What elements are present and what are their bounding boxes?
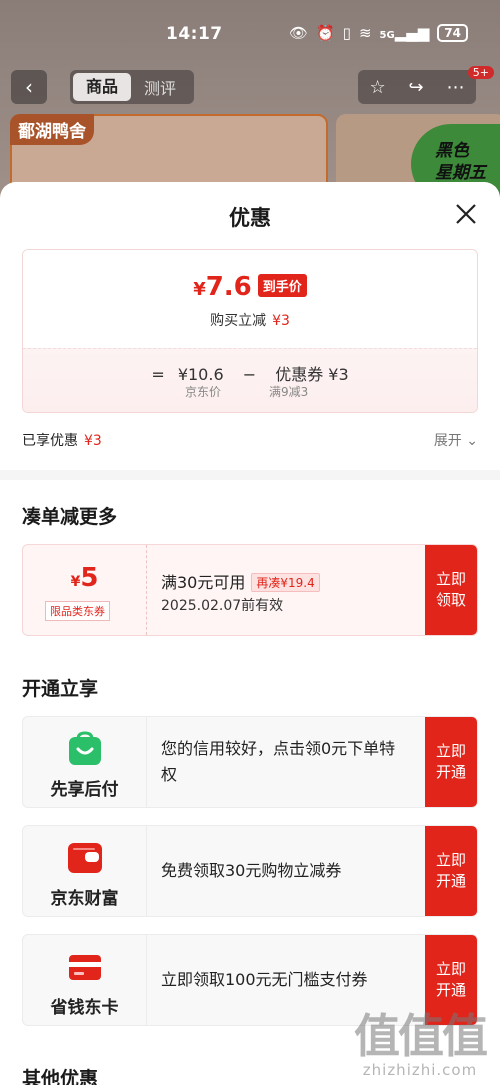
- activate-button[interactable]: 立即 开通: [425, 717, 477, 807]
- back-button[interactable]: ‹: [11, 70, 47, 104]
- close-icon[interactable]: [454, 202, 478, 226]
- expand-button[interactable]: 展开 ⌄: [434, 430, 478, 450]
- base-price: ¥10.6: [177, 365, 224, 384]
- signal-icon: 5G▂▄▆: [379, 24, 430, 42]
- enjoyed-discount: 已享优惠 ¥3: [22, 433, 102, 449]
- watermark: 值值值 zhizhizhi.com: [354, 1009, 488, 1079]
- activate-button[interactable]: 立即 开通: [425, 826, 477, 916]
- final-price-tag: 到手价: [257, 274, 307, 297]
- discount-sheet: 优惠 ¥7.6 到手价 购买立减 ¥3 = ¥10.6 − 优惠券 ¥3 京东价 满…: [0, 182, 500, 1085]
- coupon-deduction: 优惠券 ¥3: [275, 365, 349, 384]
- sheet-title: 优惠: [229, 206, 271, 230]
- battery-icon: 74: [437, 24, 468, 42]
- star-icon[interactable]: ☆: [369, 77, 385, 98]
- section-title-other: 其他优惠: [22, 1068, 99, 1085]
- section-divider: [0, 470, 500, 480]
- price-formula: = ¥10.6 − 优惠券 ¥3: [151, 365, 349, 384]
- shopping-bag-icon: [69, 731, 101, 765]
- coupon-rule-label: 满9减3: [269, 385, 309, 399]
- final-price: ¥7.6 到手价: [23, 272, 477, 302]
- service-desc: 免费领取30元购物立减券: [161, 861, 342, 880]
- tab-product[interactable]: 商品: [73, 73, 131, 101]
- coupon-category: 限品类东券: [45, 601, 110, 621]
- instant-discount: 购买立减 ¥3: [210, 313, 290, 329]
- watermark-logo: 值值值: [354, 1009, 488, 1063]
- service-name: 省钱东卡: [50, 998, 119, 1018]
- service-name: 京东财富: [50, 889, 119, 909]
- alarm-icon: ⏰: [315, 24, 335, 42]
- status-bar: 14:17 👁 ⏰ ▯ ≋ 5G▂▄▆ 74: [0, 0, 500, 64]
- eye-icon: 👁: [288, 24, 308, 42]
- price-breakdown-card: ¥7.6 到手价 购买立减 ¥3 = ¥10.6 − 优惠券 ¥3 京东价 满9减3: [22, 249, 478, 413]
- watermark-url: zhizhizhi.com: [362, 1061, 478, 1079]
- section-title-open: 开通立享: [22, 678, 99, 700]
- status-icons: 👁 ⏰ ▯ ≋ 5G▂▄▆ 74: [289, 24, 468, 42]
- coupon-card: ¥5 限品类东券 满30元可用 再凑¥19.4 2025.02.07前有效 立即 …: [22, 544, 478, 636]
- notification-badge: 5+: [467, 66, 494, 79]
- tab-switcher: 商品 测评: [70, 70, 194, 104]
- service-desc: 您的信用较好，点击领0元下单特权: [161, 739, 396, 784]
- service-name: 先享后付: [50, 780, 119, 800]
- service-desc: 立即领取100元无门槛支付券: [161, 970, 368, 989]
- final-price-value: 7.6: [205, 272, 252, 302]
- coupon-remaining-pill: 再凑¥19.4: [251, 573, 320, 592]
- service-card-jd-wealth: 京东财富 免费领取30元购物立减券 立即 开通: [22, 825, 478, 917]
- product-top-nav: ‹ 商品 测评 ☆ ↪ ⋯ 5+: [0, 66, 500, 108]
- section-title-more: 凑单减更多: [22, 506, 118, 528]
- base-price-label: 京东价: [185, 385, 222, 399]
- claim-coupon-button[interactable]: 立即 领取: [425, 545, 477, 635]
- service-card-pay-later: 先享后付 您的信用较好，点击领0元下单特权 立即 开通: [22, 716, 478, 808]
- vibrate-icon: ▯: [342, 24, 351, 42]
- wallet-icon: [68, 843, 102, 873]
- top-actions: ☆ ↪ ⋯: [358, 70, 476, 104]
- store-tag: 鄱湖鸭舍: [10, 114, 94, 145]
- chevron-left-icon: ‹: [25, 75, 33, 99]
- tab-review[interactable]: 测评: [131, 75, 189, 99]
- chevron-down-icon: ⌄: [466, 433, 478, 449]
- share-icon[interactable]: ↪: [409, 77, 424, 98]
- wifi-icon: ≋: [358, 24, 372, 42]
- coupon-expiry: 2025.02.07前有效: [161, 598, 284, 614]
- status-time: 14:17: [166, 24, 223, 44]
- card-icon: [69, 955, 101, 980]
- more-icon[interactable]: ⋯: [447, 77, 465, 98]
- coupon-condition: 满30元可用 再凑¥19.4: [161, 569, 320, 593]
- coupon-amount: ¥5: [70, 563, 99, 593]
